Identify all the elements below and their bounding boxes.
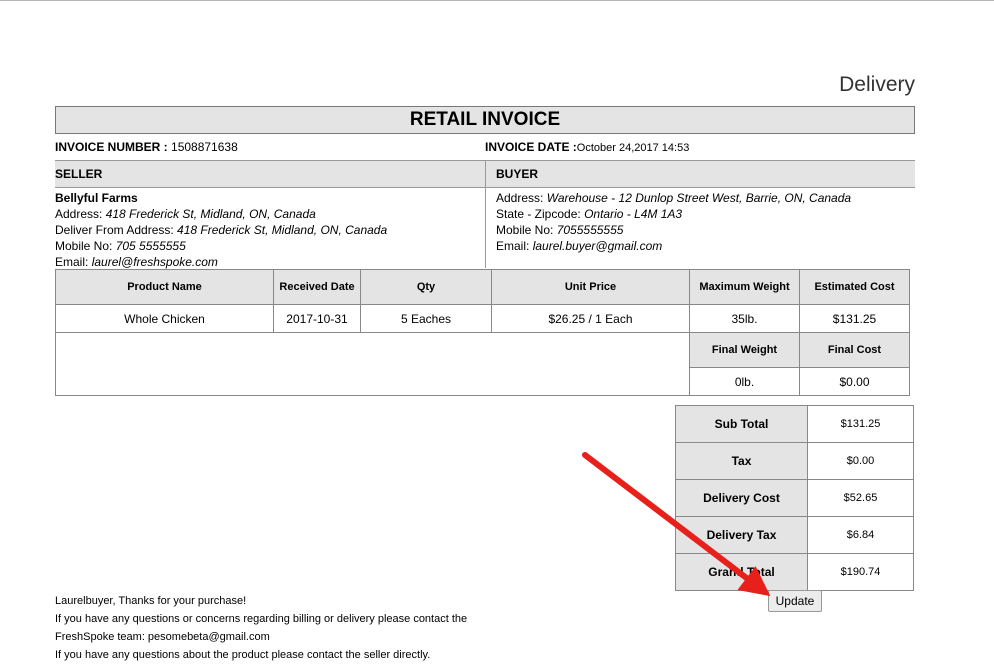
col-estimated-cost: Estimated Cost xyxy=(799,269,910,305)
col-max-weight: Maximum Weight xyxy=(689,269,800,305)
seller-address: 418 Frederick St, Midland, ON, Canada xyxy=(105,207,316,221)
footer-notes: Laurelbuyer, Thanks for your purchase! I… xyxy=(55,592,467,664)
subtotal-label: Sub Total xyxy=(675,405,808,443)
col-unit-price: Unit Price xyxy=(491,269,690,305)
table-row: Whole Chicken 2017-10-31 5 Eaches $26.25… xyxy=(55,304,910,333)
seller-email: laurel@freshspoke.com xyxy=(91,255,218,269)
seller-mobile-label: Mobile No: xyxy=(55,239,113,253)
col-product-name: Product Name xyxy=(55,269,274,305)
invoice-date-label: INVOICE DATE : xyxy=(485,140,577,154)
totals-row-delivery-cost: Delivery Cost $52.65 xyxy=(675,479,914,517)
delivery-cost-label: Delivery Cost xyxy=(675,479,808,517)
seller-email-label: Email: xyxy=(55,255,89,269)
cell-final-weight: 0lb. xyxy=(689,367,800,396)
delivery-tax-label: Delivery Tax xyxy=(675,516,808,554)
totals-row-tax: Tax $0.00 xyxy=(675,442,914,480)
col-final-cost: Final Cost xyxy=(799,332,910,368)
buyer-mobile: 7055555555 xyxy=(556,223,624,237)
buyer-mobile-label: Mobile No: xyxy=(496,223,554,237)
grand-total-label: Grand Total xyxy=(675,553,808,591)
seller-deliver-from-label: Deliver From Address: xyxy=(55,223,174,237)
seller-address-label: Address: xyxy=(55,207,103,221)
cell-max-weight: 35lb. xyxy=(689,304,800,333)
cell-final-cost: $0.00 xyxy=(799,367,910,396)
invoice-info-row: INVOICE NUMBER : 1508871638 INVOICE DATE… xyxy=(55,134,915,160)
seller-deliver-from: 418 Frederick St, Midland, ON, Canada xyxy=(177,223,388,237)
totals-row-delivery-tax: Delivery Tax $6.84 xyxy=(675,516,914,554)
buyer-state: Ontario - L4M 1A3 xyxy=(584,207,683,221)
buyer-state-label: State - Zipcode: xyxy=(496,207,581,221)
invoice-date: INVOICE DATE :October 24,2017 14:53 xyxy=(485,140,915,154)
grand-total-value: $190.74 xyxy=(807,553,914,591)
seller-mobile: 705 5555555 xyxy=(115,239,186,253)
invoice-date-value: October 24,2017 14:53 xyxy=(576,142,690,154)
footer-billing-note: If you have any questions or concerns re… xyxy=(55,613,468,625)
footer-contact: FreshSpoke team: pesomebeta@gmail.com xyxy=(55,631,270,643)
cell-received-date: 2017-10-31 xyxy=(273,304,361,333)
col-final-weight: Final Weight xyxy=(689,332,800,368)
invoice-number-value: 1508871638 xyxy=(171,140,238,154)
seller-header: SELLER xyxy=(55,161,486,187)
col-qty: Qty xyxy=(360,269,492,305)
invoice-title: RETAIL INVOICE xyxy=(55,106,915,134)
empty-cell xyxy=(55,332,690,396)
update-button[interactable]: Update xyxy=(768,590,822,612)
invoice-number-label: INVOICE NUMBER : xyxy=(55,140,168,154)
delivery-cost-value: $52.65 xyxy=(807,479,914,517)
totals-table: Sub Total $131.25 Tax $0.00 Delivery Cos… xyxy=(675,405,914,591)
page-heading: Delivery xyxy=(839,73,915,96)
items-table: Product Name Received Date Qty Unit Pric… xyxy=(55,269,910,396)
cell-estimated-cost: $131.25 xyxy=(799,304,910,333)
totals-row-subtotal: Sub Total $131.25 xyxy=(675,405,914,443)
invoice: RETAIL INVOICE INVOICE NUMBER : 15088716… xyxy=(55,106,915,269)
buyer-header: BUYER xyxy=(496,167,539,181)
items-header-row: Product Name Received Date Qty Unit Pric… xyxy=(55,269,910,305)
top-border xyxy=(0,0,994,1)
footer-thanks: Laurelbuyer, Thanks for your purchase! xyxy=(55,595,247,607)
final-header-row: Final Weight Final Cost xyxy=(55,332,910,396)
buyer-address-label: Address: xyxy=(496,191,544,205)
buyer-email: laurel.buyer@gmail.com xyxy=(532,239,663,253)
totals-row-grand-total: Grand Total $190.74 xyxy=(675,553,914,591)
cell-product-name: Whole Chicken xyxy=(55,304,274,333)
buyer-details: Address: Warehouse - 12 Dunlop Street We… xyxy=(486,188,851,268)
seller-details: Bellyful Farms Address: 418 Frederick St… xyxy=(55,188,486,269)
subtotal-value: $131.25 xyxy=(807,405,914,443)
seller-name: Bellyful Farms xyxy=(55,191,138,205)
buyer-address: Warehouse - 12 Dunlop Street West, Barri… xyxy=(546,191,852,205)
col-received-date: Received Date xyxy=(273,269,361,305)
seller-buyer-details: Bellyful Farms Address: 418 Frederick St… xyxy=(55,188,915,269)
invoice-number: INVOICE NUMBER : 1508871638 xyxy=(55,140,485,154)
cell-unit-price: $26.25 / 1 Each xyxy=(491,304,690,333)
cell-qty: 5 Eaches xyxy=(360,304,492,333)
footer-product-note: If you have any questions about the prod… xyxy=(55,649,431,661)
tax-label: Tax xyxy=(675,442,808,480)
buyer-email-label: Email: xyxy=(496,239,530,253)
tax-value: $0.00 xyxy=(807,442,914,480)
seller-buyer-header: SELLER BUYER xyxy=(55,160,915,188)
delivery-tax-value: $6.84 xyxy=(807,516,914,554)
